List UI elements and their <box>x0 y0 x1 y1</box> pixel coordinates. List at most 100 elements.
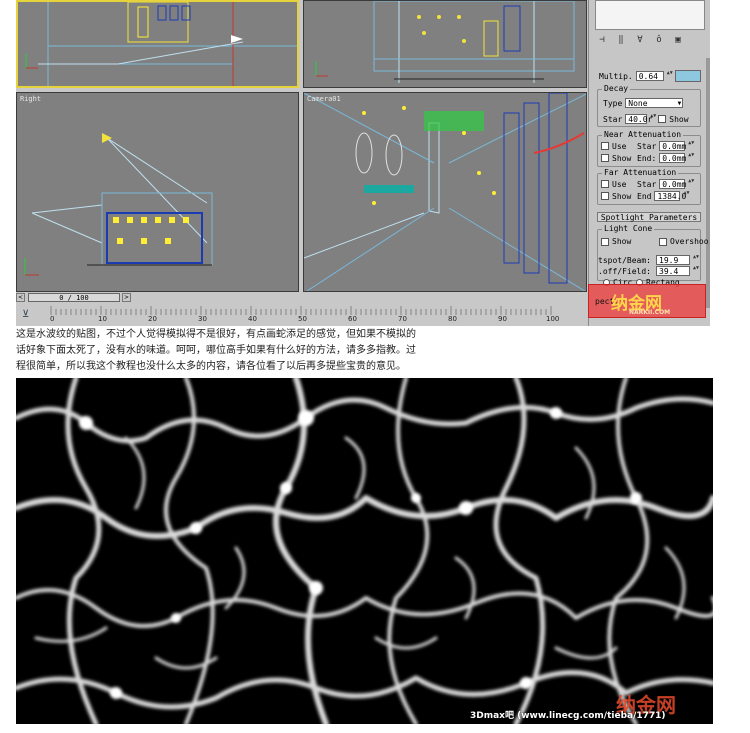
pin-icon[interactable]: ⊣ <box>595 34 609 46</box>
spinner-icon[interactable]: ▲▼ <box>688 141 694 151</box>
overshoot-checkbox[interactable] <box>659 237 667 246</box>
far-show-checkbox[interactable] <box>601 192 609 200</box>
track-tick-label: 100 <box>546 315 560 323</box>
viewport-right[interactable]: Right <box>16 92 299 292</box>
hotspot-field[interactable]: 19.9 <box>656 255 690 265</box>
hotspot-label: tspot/Beam: <box>598 255 651 265</box>
near-use-row: Use Star 0.0mm ▲▼ <box>601 141 694 151</box>
spinner-icon[interactable]: ▲▼ <box>683 191 689 201</box>
falloff-row: .off/Field: 39.4 ▲▼ <box>598 266 699 276</box>
spotlight-parameters-rollout[interactable]: Spotlight Parameters <box>597 212 701 222</box>
decay-type-value: None <box>628 99 648 108</box>
track-tick-label: 10 <box>98 315 107 323</box>
spinner-icon[interactable]: ▲▼ <box>693 255 699 265</box>
multiplier-field[interactable]: 0.64 <box>635 71 664 81</box>
panel-scrollbar[interactable] <box>706 58 710 308</box>
caption-line: 话好象下面太死了，没有水的味道。呵呵，哪位高手如果有什么好的方法，请多多指教。过 <box>16 345 416 356</box>
near-end-label: End: <box>637 153 657 163</box>
track-tick-label: 70 <box>398 315 407 323</box>
far-show-label: Show <box>612 191 632 201</box>
track-tick-label: 80 <box>448 315 457 323</box>
chevron-left-icon[interactable]: < <box>16 293 25 302</box>
track-tick-label: 50 <box>298 315 307 323</box>
article-caption: 这是水波纹的贴图，不过个人觉得模拟得不是很好，有点画蛇添足的感觉，但如果不模拟的… <box>16 327 716 375</box>
spinner-icon[interactable]: ▲▼ <box>650 114 656 124</box>
track-tick-label: 0 <box>50 315 55 323</box>
decay-start-row: Star 40.0r ▲▼ Show <box>603 114 689 124</box>
decay-start-field[interactable]: 40.0r <box>625 114 652 124</box>
chevron-right-icon[interactable]: > <box>122 293 131 302</box>
light-cone-title: Light Cone <box>602 224 655 233</box>
far-use-checkbox[interactable] <box>601 180 609 188</box>
track-bar-icon[interactable]: ⊻ <box>22 309 29 320</box>
caption-line: 这是水波纹的贴图，不过个人觉得模拟得不是很好，有点画蛇添足的感觉，但如果不模拟的 <box>16 329 416 340</box>
caption-line: 程很简单，所以我这个教程也没什么太多的内容，请各位看了以后再多提些宝贵的意见。 <box>16 361 406 372</box>
type-label: Type <box>603 98 623 108</box>
hotspot-row: tspot/Beam: 19.9 ▲▼ <box>598 255 699 265</box>
show-end-result-icon[interactable]: ‖ <box>614 34 628 46</box>
configure-icon[interactable]: ▣ <box>671 34 685 46</box>
cone-show-label: Show <box>612 237 632 246</box>
watermark-top: pect: 纳金网 NARKII.COM <box>588 284 706 318</box>
start-label: Star <box>603 114 623 124</box>
multiplier-row: Multip. 0.64 ▲▼ <box>599 70 701 82</box>
remove-modifier-icon[interactable]: ô <box>652 34 666 46</box>
make-unique-icon[interactable]: ∀ <box>633 34 647 46</box>
max-screenshot: Right Camera01 ⊣ ‖ ∀ ô ▣ Multip. 0.64 ▲▼… <box>16 0 710 326</box>
decay-show-label: Show <box>669 114 689 124</box>
viewport-top-left[interactable] <box>16 0 299 88</box>
wireframe-right <box>24 133 213 276</box>
far-start-field[interactable]: 0.0mm <box>659 179 686 189</box>
viewport-label: Right <box>20 95 42 103</box>
texture-credit: 3Dmax吧 (www.linecg.com/tieba/1771) <box>470 711 666 721</box>
viewport-top-right[interactable] <box>303 0 587 88</box>
command-panel: ⊣ ‖ ∀ ô ▣ Multip. 0.64 ▲▼ Decay Type Non… <box>588 0 710 326</box>
near-show-row: Show End: 0.0mm ▲▼ <box>601 153 694 163</box>
track-tick-label: 40 <box>248 315 257 323</box>
track-bar[interactable]: ⊻ 0 10 20 30 40 50 60 70 80 90 100 <box>16 304 587 326</box>
near-start-label: Star <box>637 141 657 151</box>
decay-type-dropdown[interactable]: None ▼ <box>625 98 684 108</box>
viewport-label: Camera01 <box>307 95 341 103</box>
wireframe-top-right <box>315 1 575 83</box>
far-show-row: Show End 1384.0 ▲▼ <box>601 191 689 201</box>
time-slider-thumb[interactable]: 0 / 100 <box>28 293 120 302</box>
watermark-url: NARKII.COM <box>629 309 671 316</box>
time-slider: < 0 / 100 > <box>16 292 587 303</box>
near-end-field[interactable]: 0.0mm <box>659 153 686 163</box>
track-tick-label: 20 <box>148 315 157 323</box>
multiplier-label: Multip. <box>599 71 633 81</box>
light-color-swatch[interactable] <box>674 70 701 82</box>
viewport-perspective[interactable]: Camera01 <box>303 92 587 292</box>
far-start-label: Star <box>637 179 657 189</box>
wireframe-top-left <box>25 2 297 86</box>
caustics-pattern <box>16 378 713 724</box>
near-use-label: Use <box>612 141 627 151</box>
modifier-stack[interactable] <box>595 0 705 30</box>
near-start-field[interactable]: 0.0mm <box>659 141 686 151</box>
near-show-label: Show <box>612 153 632 163</box>
cone-show-checkbox[interactable] <box>601 237 609 246</box>
decay-show-checkbox[interactable] <box>658 115 667 123</box>
water-caustics-texture <box>16 378 713 724</box>
chevron-down-icon: ▼ <box>677 100 682 107</box>
far-use-row: Use Star 0.0mm ▲▼ <box>601 179 694 189</box>
far-use-label: Use <box>612 179 627 189</box>
spinner-icon[interactable]: ▲▼ <box>688 179 694 189</box>
spinner-icon[interactable]: ▲▼ <box>667 71 673 81</box>
near-use-checkbox[interactable] <box>601 142 609 150</box>
panel-toolbar: ⊣ ‖ ∀ ô ▣ <box>595 33 707 47</box>
wireframe-perspective <box>304 93 586 291</box>
overshoot-label: Overshoo <box>670 237 709 246</box>
near-attenuation-title: Near Attenuation <box>602 130 684 139</box>
spinner-icon[interactable]: ▲▼ <box>688 153 694 163</box>
cone-show-row: Show Overshoo <box>601 237 709 246</box>
track-tick-label: 60 <box>348 315 357 323</box>
spinner-icon[interactable]: ▲▼ <box>693 266 699 276</box>
far-end-field[interactable]: 1384.0 <box>654 191 686 201</box>
decay-title: Decay <box>602 84 631 93</box>
far-end-label: End <box>637 191 652 201</box>
far-attenuation-title: Far Attenuation <box>602 168 679 177</box>
near-show-checkbox[interactable] <box>601 154 609 162</box>
falloff-field[interactable]: 39.4 <box>656 266 690 276</box>
